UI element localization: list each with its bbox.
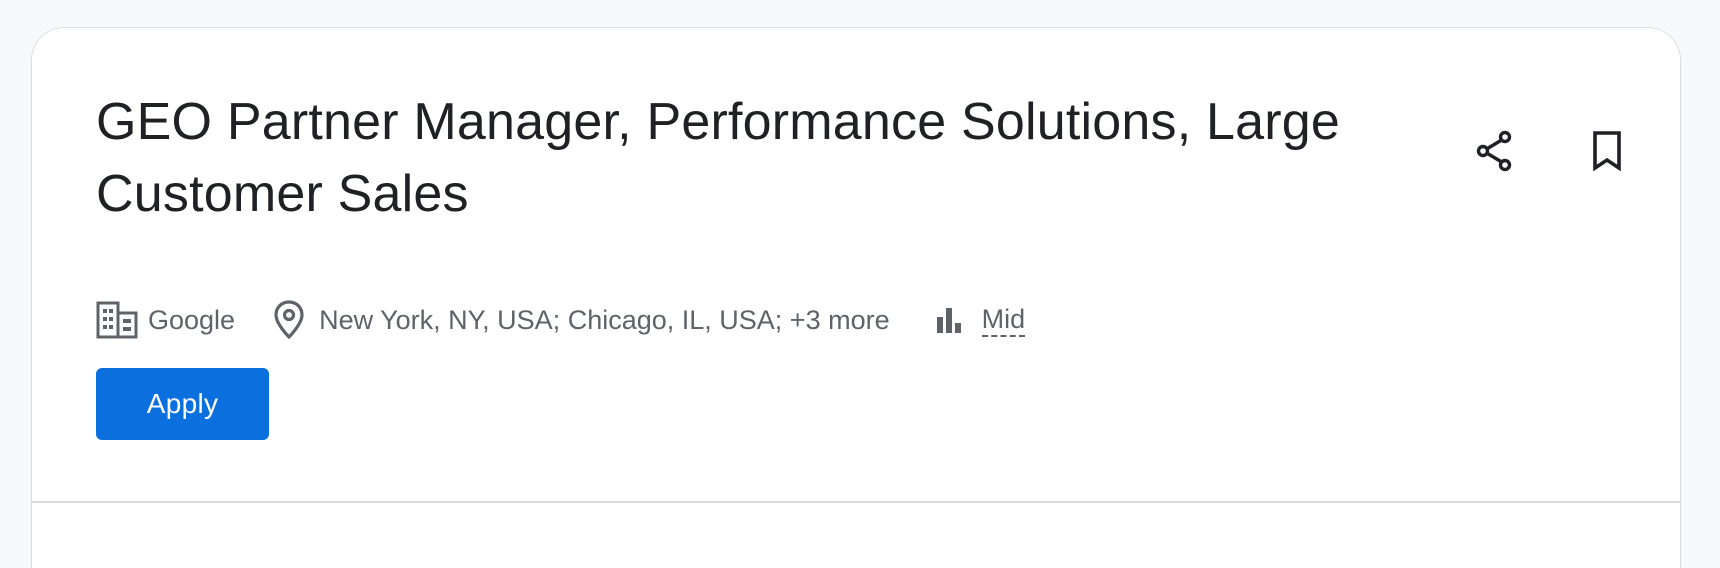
level-info: Mid [936,303,1026,337]
job-meta: Google New York, NY, USA; Chicago, IL, U… [96,298,1026,342]
job-card: GEO Partner Manager, Performance Solutio… [32,28,1680,568]
share-icon [1475,130,1515,177]
apply-button[interactable]: Apply [96,368,269,440]
building-icon [96,301,138,339]
job-actions [1470,128,1632,178]
company-info: Google [96,301,235,339]
share-button[interactable] [1470,128,1520,178]
divider [32,501,1680,503]
location-text: New York, NY, USA; Chicago, IL, USA; +3 … [319,304,890,335]
level-text[interactable]: Mid [981,303,1026,337]
bookmark-icon [1592,130,1622,176]
bar-chart-icon [936,307,962,333]
location-info: New York, NY, USA; Chicago, IL, USA; +3 … [273,300,890,340]
company-name: Google [148,304,236,335]
location-pin-icon [273,300,305,340]
job-title: GEO Partner Manager, Performance Solutio… [96,93,1340,223]
bookmark-button[interactable] [1582,128,1632,178]
